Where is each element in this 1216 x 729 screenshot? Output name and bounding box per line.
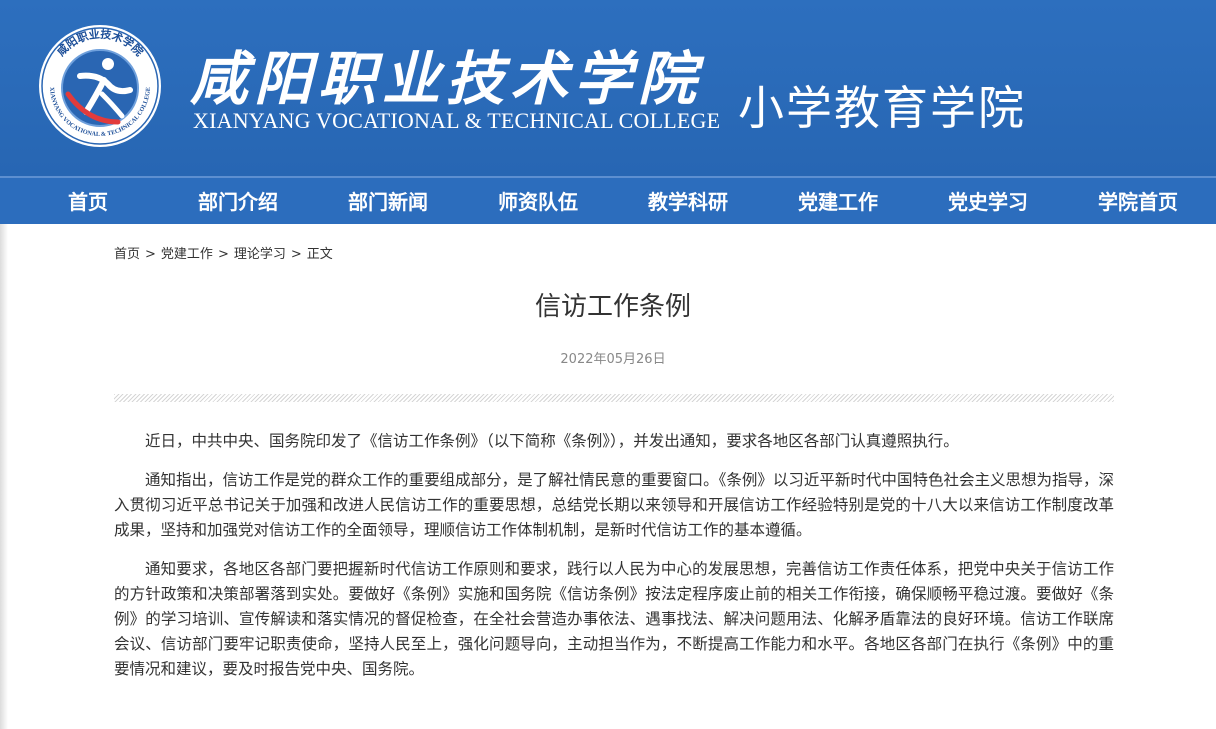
college-name-en: XIANYANG VOCATIONAL & TECHNICAL COLLEGE [193,108,721,133]
nav-item-home[interactable]: 首页 [68,186,108,215]
article-paragraph: 近日，中共中央、国务院印发了《信访工作条例》（以下简称《条例》），并发出通知，要… [145,432,959,450]
nav-item-department-intro[interactable]: 部门介绍 [198,186,278,215]
breadcrumb: 首页 > 党建工作 > 理论学习 > 正文 [114,243,333,262]
breadcrumb-separator: > [217,247,229,262]
article-title: 信访工作条例 [534,292,691,322]
breadcrumb-separator: > [290,247,302,262]
breadcrumb-theory-study[interactable]: 理论学习 [234,247,286,262]
nav-item-party-history[interactable]: 党史学习 [948,186,1028,215]
divider [114,394,1114,402]
breadcrumb-separator: > [145,247,156,262]
article-paragraph: 通知要求，各地区各部门要把握新时代信访工作原则和要求，践行以人民为中心的发展思想… [114,560,1114,678]
main-nav: 首页 部门介绍 部门新闻 师资队伍 教学科研 党建工作 党史学习 学院首页 [0,176,1216,224]
college-name-cn: 咸阳职业技术学院 [190,45,703,113]
article-body: 近日，中共中央、国务院印发了《信访工作条例》（以下简称《条例》），并发出通知，要… [114,429,1114,696]
main-content: 首页 > 党建工作 > 理论学习 > 正文 信访工作条例 2022年05月26日 近日，中共… [0,224,1216,729]
breadcrumb-party-building[interactable]: 党建工作 [161,247,213,262]
nav-item-college-home[interactable]: 学院首页 [1098,186,1178,215]
article-date: 2022年05月26日 [560,352,666,367]
breadcrumb-current: 正文 [306,247,333,262]
site-header: 咸阳职业技术学院 XIANYANG VOCATIONAL & TECHNICAL… [0,0,1216,176]
nav-item-party-building[interactable]: 党建工作 [798,186,878,215]
nav-item-department-news[interactable]: 部门新闻 [348,186,428,215]
school-name: 小学教育学院 [738,81,1026,135]
article-paragraph: 通知指出，信访工作是党的群众工作的重要组成部分，是了解社情民意的重要窗口。《条例… [114,471,1114,539]
college-logo[interactable]: 咸阳职业技术学院 XIANYANG VOCATIONAL & TECHNICAL… [38,24,162,148]
breadcrumb-home[interactable]: 首页 [114,247,140,262]
nav-item-teaching-research[interactable]: 教学科研 [648,186,728,215]
nav-item-faculty[interactable]: 师资队伍 [498,186,578,215]
